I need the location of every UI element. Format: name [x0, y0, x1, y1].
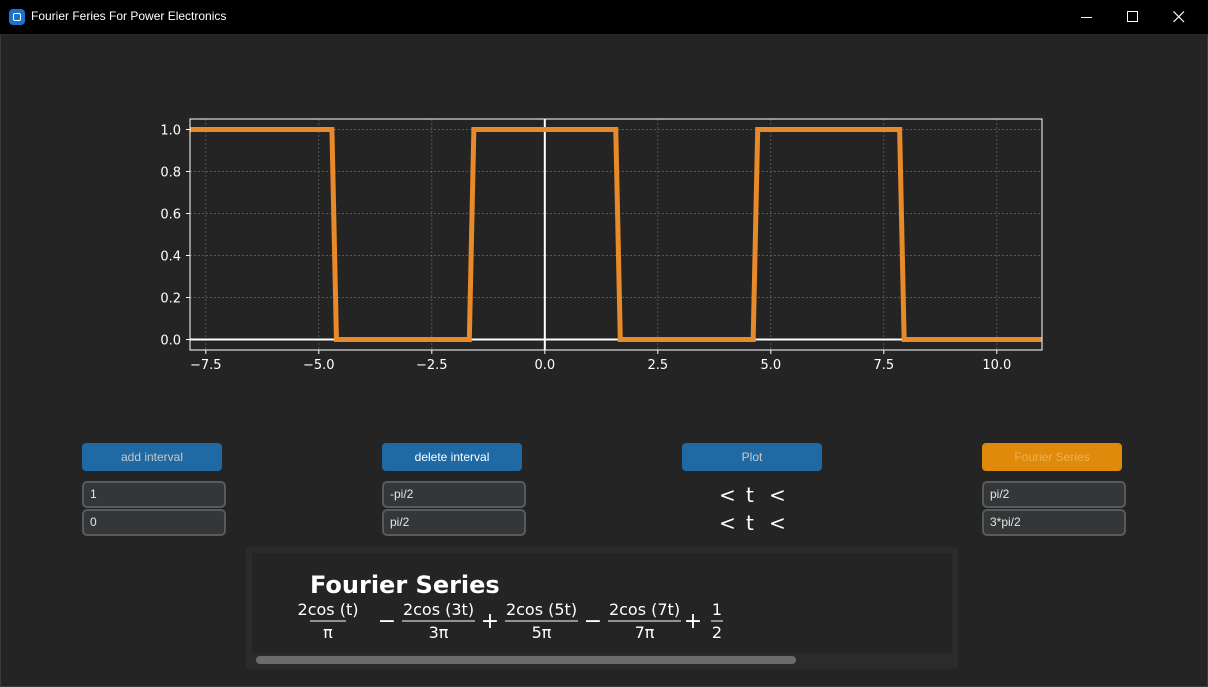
delete-interval-button[interactable]: delete interval — [382, 443, 522, 471]
less-than-label-1b: < — [769, 483, 786, 507]
upper-bound-field-1[interactable]: pi/2 — [982, 481, 1126, 508]
horizontal-scrollbar[interactable] — [256, 655, 948, 665]
less-than-label-1a: < — [719, 483, 736, 507]
title-bar: Fourier Feries For Power Electronics — [0, 0, 1208, 35]
formula-operator: − — [378, 609, 396, 634]
plot-button[interactable]: Plot — [682, 443, 822, 471]
window-title: Fourier Feries For Power Electronics — [31, 9, 227, 23]
formula-denominator: 3π — [429, 623, 449, 642]
x-tick-label: 5.0 — [760, 358, 781, 373]
lower-bound-field-2[interactable]: pi/2 — [382, 509, 526, 536]
upper-bound-field-2[interactable]: 3*pi/2 — [982, 509, 1126, 536]
y-tick-label: 0.8 — [160, 166, 181, 181]
close-button[interactable] — [1156, 0, 1202, 34]
x-tick-label: −2.5 — [416, 358, 448, 373]
add-interval-button[interactable]: add interval — [82, 443, 222, 471]
scrollbar-thumb[interactable] — [256, 656, 796, 664]
maximize-button[interactable] — [1110, 0, 1156, 34]
x-tick-label: −7.5 — [190, 358, 222, 373]
y-tick-label: 0.0 — [160, 334, 181, 349]
formula-canvas: Fourier Series 2cos (t) π −2cos (3t) 3π +2co… — [252, 553, 952, 653]
formula-operator: + — [481, 609, 499, 634]
value-field-1[interactable]: 1 — [82, 481, 226, 508]
formula-denominator: 5π — [532, 623, 552, 642]
x-tick-label: 10.0 — [982, 358, 1011, 373]
less-than-label-2a: < — [719, 511, 736, 535]
minimize-icon — [1081, 17, 1092, 18]
y-tick-label: 0.4 — [160, 250, 181, 265]
x-tick-label: −5.0 — [303, 358, 335, 373]
fourier-result-panel: Fourier Series 2cos (t) π −2cos (3t) 3π +2co… — [246, 547, 958, 669]
formula-denominator: 7π — [635, 623, 655, 642]
close-icon — [1173, 11, 1185, 23]
lower-bound-field-1[interactable]: -pi/2 — [382, 481, 526, 508]
y-tick-label: 0.2 — [160, 292, 181, 307]
x-tick-label: 0.0 — [534, 358, 555, 373]
less-than-label-2b: < — [769, 511, 786, 535]
value-field-2[interactable]: 0 — [82, 509, 226, 536]
formula-denominator: π — [323, 623, 333, 642]
formula-operator: + — [684, 609, 702, 634]
x-tick-label: 2.5 — [647, 358, 668, 373]
minimize-button[interactable] — [1064, 0, 1110, 34]
formula-numerator: 2cos (t) — [298, 600, 359, 619]
t-label-2: t — [746, 511, 754, 535]
formula-denominator: 2 — [712, 623, 722, 642]
formula-operator: − — [584, 609, 602, 634]
waveform-chart: −7.5 −5.0 −2.5 0.0 2.5 5.0 7.5 10.0 0.0 0.2 0.4 0.6… — [160, 118, 1043, 373]
y-tick-label: 1.0 — [160, 124, 181, 139]
formula-numerator: 1 — [712, 600, 722, 619]
plot-canvas: −7.5 −5.0 −2.5 0.0 2.5 5.0 7.5 10.0 0.0 0.2 0.4 0.6… — [150, 110, 1060, 380]
x-tick-label: 7.5 — [873, 358, 894, 373]
formula-numerator: 2cos (7t) — [609, 600, 680, 619]
formula-numerator: 2cos (3t) — [403, 600, 474, 619]
fourier-series-button[interactable]: Fourier Series — [982, 443, 1122, 471]
t-label-1: t — [746, 483, 754, 507]
formula-numerator: 2cos (5t) — [506, 600, 577, 619]
maximize-icon — [1127, 11, 1138, 22]
y-tick-label: 0.6 — [160, 208, 181, 223]
app-icon — [9, 9, 25, 25]
fourier-formula: 2cos (t)π −2cos (3t)3π +2cos (5t)5π −2cos (… — [298, 600, 723, 642]
